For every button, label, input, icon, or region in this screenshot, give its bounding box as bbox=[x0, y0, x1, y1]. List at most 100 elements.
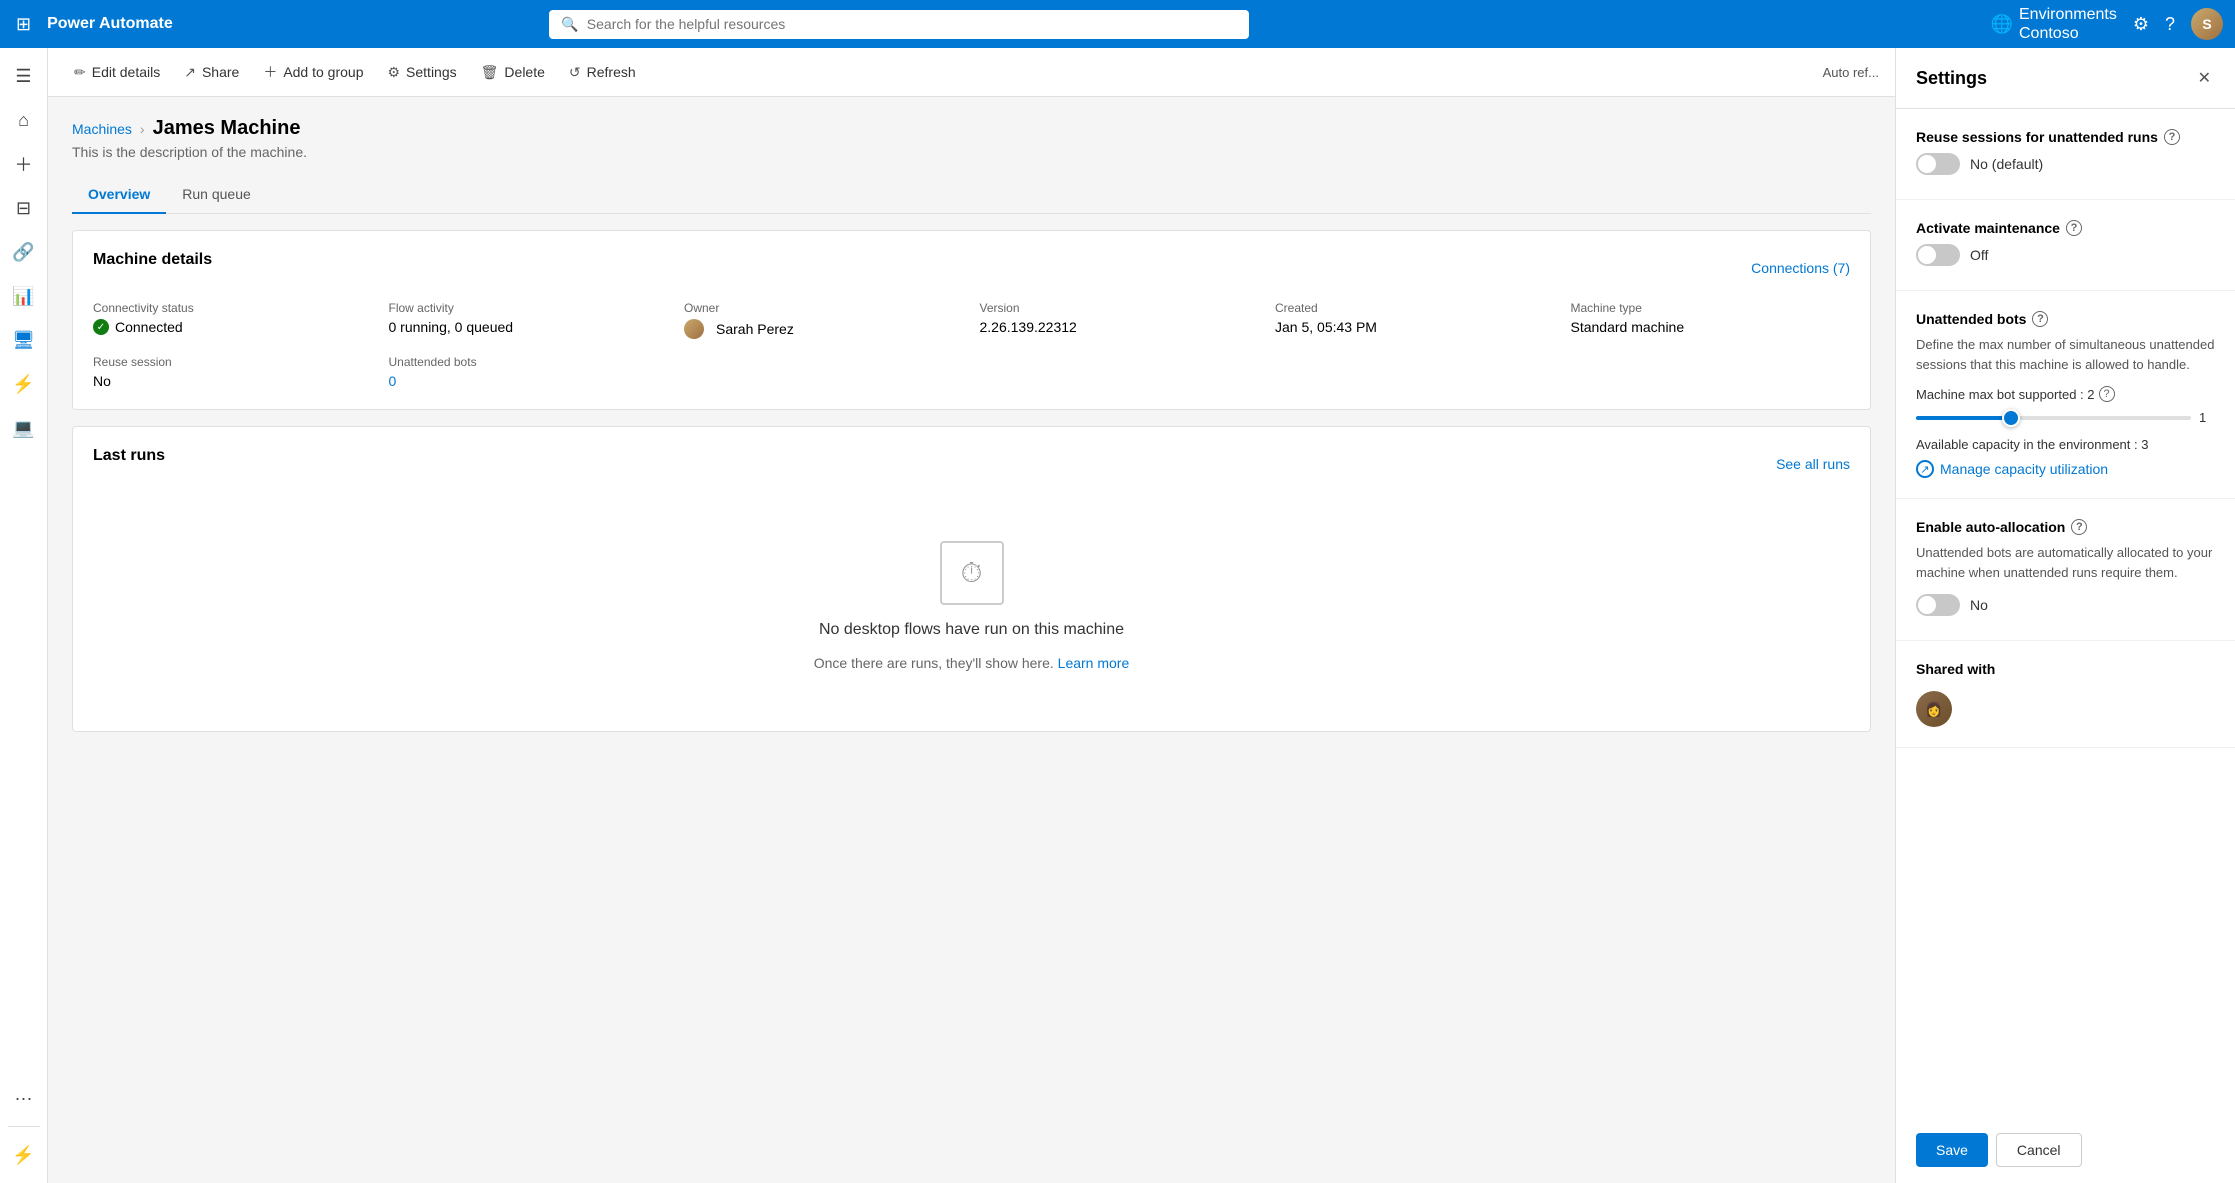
share-button[interactable]: ↗ Share bbox=[174, 58, 249, 87]
learn-more-link[interactable]: Learn more bbox=[1058, 655, 1130, 671]
maintenance-toggle[interactable] bbox=[1916, 244, 1960, 266]
environment-text: Environments Contoso bbox=[2019, 5, 2117, 43]
unattended-bots-section-title: Unattended bots ? bbox=[1916, 311, 2215, 327]
sidebar-connections-icon[interactable]: 🔗 bbox=[4, 232, 44, 272]
capacity-label: Available capacity in the environment : … bbox=[1916, 437, 2215, 452]
machine-max-label: Machine max bot supported : 2 ? bbox=[1916, 386, 2215, 402]
machine-max-help-icon[interactable]: ? bbox=[2099, 386, 2115, 402]
connected-dot bbox=[93, 319, 109, 335]
manage-capacity-icon: ↗ bbox=[1916, 460, 1934, 478]
reuse-sessions-help-icon[interactable]: ? bbox=[2164, 129, 2180, 145]
auto-refresh-label: Auto ref... bbox=[1823, 65, 1879, 80]
maintenance-section: Activate maintenance ? Off bbox=[1896, 200, 2235, 291]
page-description: This is the description of the machine. bbox=[72, 144, 1871, 160]
empty-runs-title: No desktop flows have run on this machin… bbox=[819, 621, 1124, 639]
user-avatar[interactable]: S bbox=[2191, 8, 2223, 40]
unattended-bots-item: Unattended bots 0 bbox=[389, 355, 669, 389]
delete-icon: 🗑 bbox=[481, 64, 499, 81]
flow-activity-label: Flow activity bbox=[389, 301, 669, 315]
reuse-sessions-title: Reuse sessions for unattended runs ? bbox=[1916, 129, 2215, 145]
auto-allocation-toggle-row: No bbox=[1916, 594, 2215, 616]
top-nav-bar: ⊞ Power Automate 🔍 🌐 Environments Contos… bbox=[0, 0, 2235, 48]
reuse-session-item: Reuse session No bbox=[93, 355, 373, 389]
unattended-bots-help-icon[interactable]: ? bbox=[2032, 311, 2048, 327]
machine-details-grid: Connectivity status Connected Flow activ… bbox=[93, 301, 1850, 389]
manage-capacity-link[interactable]: ↗ Manage capacity utilization bbox=[1916, 460, 2215, 478]
app-name: Power Automate bbox=[47, 15, 173, 33]
shared-user-row: 👩 bbox=[1916, 691, 2215, 727]
help-icon[interactable]: ? bbox=[2165, 14, 2175, 35]
see-all-runs-link[interactable]: See all runs bbox=[1776, 456, 1850, 472]
last-runs-title: Last runs bbox=[93, 447, 165, 465]
sidebar-machines-icon[interactable]: 🖥 bbox=[4, 320, 44, 360]
connectivity-value: Connected bbox=[93, 319, 373, 335]
search-icon: 🔍 bbox=[561, 16, 578, 33]
reuse-session-label: Reuse session bbox=[93, 355, 373, 369]
panel-close-button[interactable]: ✕ bbox=[2194, 64, 2215, 92]
environment-switcher[interactable]: 🌐 Environments Contoso bbox=[1991, 5, 2117, 43]
panel-header: Settings ✕ bbox=[1896, 48, 2235, 109]
last-runs-card: Last runs See all runs ⏱ No desktop flow… bbox=[72, 426, 1871, 732]
save-button[interactable]: Save bbox=[1916, 1133, 1988, 1167]
reuse-sessions-label: No (default) bbox=[1970, 156, 2043, 172]
refresh-button[interactable]: ↺ Refresh bbox=[559, 58, 646, 87]
settings-button[interactable]: ⚙ Settings bbox=[377, 58, 466, 87]
waffle-icon[interactable]: ⊞ bbox=[12, 10, 35, 39]
bots-slider[interactable] bbox=[1916, 416, 2191, 420]
maintenance-help-icon[interactable]: ? bbox=[2066, 220, 2082, 236]
sidebar-templates-icon[interactable]: ⊟ bbox=[4, 188, 44, 228]
empty-runs-subtitle: Once there are runs, they'll show here. … bbox=[814, 655, 1130, 671]
avatar-image: S bbox=[2191, 8, 2223, 40]
unattended-bots-section: Unattended bots ? Define the max number … bbox=[1896, 291, 2235, 499]
unattended-bots-label: Unattended bots bbox=[389, 355, 669, 369]
auto-allocation-help-icon[interactable]: ? bbox=[2071, 519, 2087, 535]
add-group-icon: ＋ bbox=[263, 62, 277, 82]
edit-details-button[interactable]: ✏ Edit details bbox=[64, 58, 170, 87]
flow-activity-value: 0 running, 0 queued bbox=[389, 319, 669, 335]
environment-icon: 🌐 bbox=[1991, 14, 2013, 35]
owner-item: Owner Sarah Perez bbox=[684, 301, 964, 339]
content-area: ✏ Edit details ↗ Share ＋ Add to group ⚙ … bbox=[48, 48, 1895, 1183]
search-bar[interactable]: 🔍 bbox=[549, 10, 1249, 39]
auto-allocation-title: Enable auto-allocation ? bbox=[1916, 519, 2215, 535]
sidebar-power-icon[interactable]: ⚡ bbox=[4, 1135, 44, 1175]
sidebar-flows-icon[interactable]: ⚡ bbox=[4, 364, 44, 404]
tab-overview[interactable]: Overview bbox=[72, 176, 166, 214]
connections-count[interactable]: Connections (7) bbox=[1751, 260, 1850, 276]
unattended-bots-value[interactable]: 0 bbox=[389, 373, 669, 389]
runs-header: Last runs See all runs bbox=[93, 447, 1850, 481]
reuse-sessions-toggle[interactable] bbox=[1916, 153, 1960, 175]
reuse-session-value: No bbox=[93, 373, 373, 389]
cancel-button[interactable]: Cancel bbox=[1996, 1133, 2082, 1167]
bots-description: Define the max number of simultaneous un… bbox=[1916, 335, 2215, 374]
shared-user-avatar-img: 👩 bbox=[1916, 691, 1952, 727]
sidebar-home-icon[interactable]: ⌂ bbox=[4, 100, 44, 140]
delete-button[interactable]: 🗑 Delete bbox=[471, 58, 555, 87]
maintenance-toggle-row: Off bbox=[1916, 244, 2215, 266]
auto-allocation-label: No bbox=[1970, 597, 1988, 613]
sidebar-monitor-icon[interactable]: 📊 bbox=[4, 276, 44, 316]
edit-icon: ✏ bbox=[74, 64, 86, 81]
left-sidebar: ☰ ⌂ ＋ ⊟ 🔗 📊 🖥 ⚡ 💻 ··· ⚡ bbox=[0, 48, 48, 1183]
add-to-group-button[interactable]: ＋ Add to group bbox=[253, 56, 373, 88]
created-item: Created Jan 5, 05:43 PM bbox=[1275, 301, 1555, 339]
sidebar-divider bbox=[8, 1126, 40, 1127]
sidebar-add-icon[interactable]: ＋ bbox=[4, 144, 44, 184]
search-input[interactable] bbox=[587, 16, 1238, 32]
machine-details-card: Machine details Connections (7) Connecti… bbox=[72, 230, 1871, 410]
breadcrumb-machines[interactable]: Machines bbox=[72, 121, 132, 137]
flow-activity-item: Flow activity 0 running, 0 queued bbox=[389, 301, 669, 339]
connectivity-status-item: Connectivity status Connected bbox=[93, 301, 373, 339]
created-value: Jan 5, 05:43 PM bbox=[1275, 319, 1555, 335]
sidebar-desktop-icon[interactable]: 💻 bbox=[4, 408, 44, 448]
refresh-icon: ↺ bbox=[569, 64, 581, 81]
owner-label: Owner bbox=[684, 301, 964, 315]
tab-run-queue[interactable]: Run queue bbox=[166, 176, 267, 214]
settings-icon[interactable]: ⚙ bbox=[2133, 14, 2149, 35]
settings-panel: Settings ✕ Reuse sessions for unattended… bbox=[1895, 48, 2235, 1183]
sidebar-menu-icon[interactable]: ☰ bbox=[4, 56, 44, 96]
sidebar-more-icon[interactable]: ··· bbox=[4, 1078, 44, 1118]
auto-allocation-toggle[interactable] bbox=[1916, 594, 1960, 616]
maintenance-label: Off bbox=[1970, 247, 1988, 263]
connectivity-label: Connectivity status bbox=[93, 301, 373, 315]
